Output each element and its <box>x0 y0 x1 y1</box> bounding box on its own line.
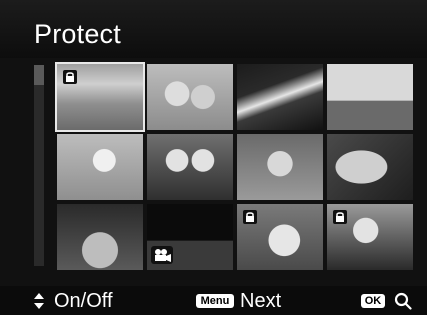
thumbnail-woman-sky[interactable] <box>57 134 143 200</box>
lock-icon <box>333 210 347 224</box>
thumbnail-big-ben[interactable] <box>327 64 413 130</box>
menu-key-icon: Menu <box>196 294 234 308</box>
lock-icon <box>63 70 77 84</box>
thumbnail-teddy-bear[interactable] <box>237 204 323 270</box>
road-night-photo <box>237 64 323 130</box>
bottom-hints-bar: On/Off Menu Next OK <box>0 286 427 315</box>
lock-icon <box>243 210 257 224</box>
scroll-track[interactable] <box>34 65 44 266</box>
ferris-wheel-photo <box>57 204 143 270</box>
movie-camera-icon <box>151 246 173 264</box>
thumbnail-landscape[interactable] <box>55 62 145 132</box>
thumbnail-couple[interactable] <box>147 64 233 130</box>
ok-key-icon: OK <box>361 294 385 308</box>
camera-playback-screen: Protect On/Off Menu Next OK <box>0 0 427 315</box>
twins-photo <box>147 134 233 200</box>
title-bar: Protect <box>0 0 427 58</box>
thumbnail-city-night[interactable] <box>147 204 233 270</box>
next-label: Next <box>240 290 282 312</box>
page-title: Protect <box>34 19 121 49</box>
couple-photo <box>147 64 233 130</box>
thumbnail-girl-portrait[interactable] <box>327 204 413 270</box>
thumbnail-leaf[interactable] <box>327 134 413 200</box>
thumbnail-twins[interactable] <box>147 134 233 200</box>
scroll-thumb[interactable] <box>34 65 44 85</box>
thumbnail-grid <box>55 62 413 270</box>
leaf-macro-photo <box>327 134 413 200</box>
thumbnail-ferris-wheel[interactable] <box>57 204 143 270</box>
up-down-arrows-icon <box>34 293 44 309</box>
magnifier-icon <box>394 292 412 310</box>
thumbnail-road-night[interactable] <box>237 64 323 130</box>
baby-photo <box>237 134 323 200</box>
onoff-label: On/Off <box>54 290 113 312</box>
thumbnail-baby[interactable] <box>237 134 323 200</box>
woman-sky-photo <box>57 134 143 200</box>
big-ben-photo <box>327 64 413 130</box>
